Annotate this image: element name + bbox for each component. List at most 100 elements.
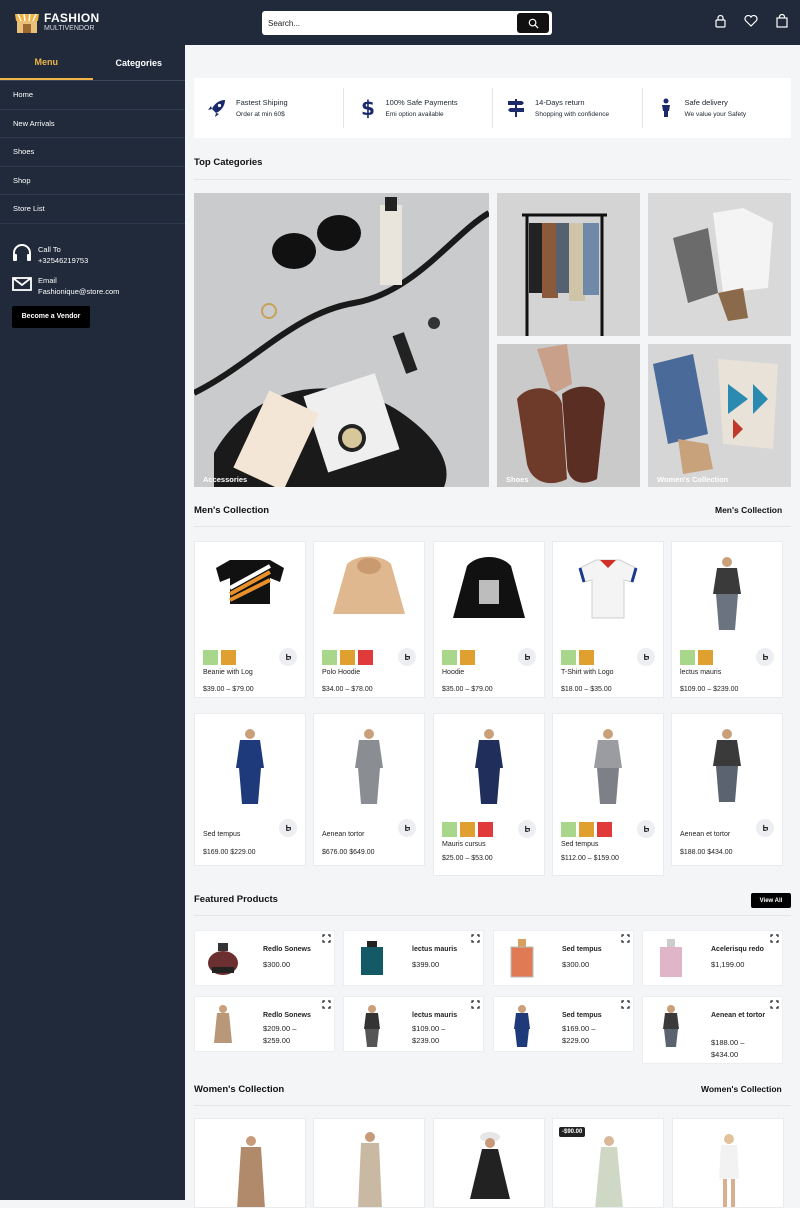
color-swatch[interactable] [680,650,695,665]
color-swatch[interactable] [478,822,493,837]
email-value[interactable]: Fashionique@store.com [38,286,119,297]
become-vendor-button[interactable]: Become a Vendor [12,305,90,328]
add-to-cart-icon[interactable] [756,819,774,837]
featured-product-card[interactable]: Acelerisqu redo $1,199.00 [642,930,783,986]
product-card[interactable]: Polo Hoodie $34.00 – $78.00 [313,541,425,698]
product-name[interactable]: lectus mauris [680,669,721,676]
product-card[interactable]: lectus mauris $109.00 – $239.00 [671,541,783,698]
brand-logo[interactable]: FASHION MULTIVENDOR [14,9,99,35]
product-card[interactable]: Mauris cursus $25.00 – $53.00 [433,713,545,876]
product-name[interactable]: Aenean tortor [322,831,364,838]
expand-icon[interactable] [471,934,480,943]
expand-icon[interactable] [322,1000,331,1009]
product-name[interactable]: Hoodie [442,669,464,676]
womens-product-card[interactable] [672,1118,784,1208]
expand-icon[interactable] [770,934,779,943]
product-card[interactable]: Hoodie $35.00 – $79.00 [433,541,545,698]
featured-product-card[interactable]: Sed tempus $300.00 [493,930,634,986]
add-to-cart-icon[interactable] [756,648,774,666]
category-tile-womens[interactable]: Women's Collection [648,344,791,487]
color-swatch[interactable] [561,650,576,665]
sidebar-item-shop[interactable]: Shop [0,167,185,195]
featured-product-name[interactable]: lectus mauris [412,1010,478,1022]
featured-product-name[interactable]: Sed tempus [562,1010,628,1022]
featured-product-name[interactable]: Redlo Sonews [263,1010,329,1022]
call-number[interactable]: +32546219753 [38,255,88,266]
tab-categories[interactable]: Categories [93,45,186,80]
product-card[interactable]: Aenean et tortor $188.00 $434.00 [671,713,783,866]
product-name[interactable]: Polo Hoodie [322,669,360,676]
womens-product-card[interactable]: -$90.00 [552,1118,664,1208]
color-swatch[interactable] [340,650,355,665]
womens-product-card[interactable] [194,1118,306,1208]
womens-collection-link[interactable]: Women's Collection [701,1084,782,1094]
color-swatch[interactable] [579,822,594,837]
featured-product-card[interactable]: Redlo Sonews $300.00 [194,930,335,986]
color-swatch[interactable] [597,822,612,837]
lock-icon[interactable] [712,13,728,29]
product-name[interactable]: T-Shirt with Logo [561,669,614,676]
featured-product-name[interactable]: Redlo Sonews [263,944,329,956]
color-swatch[interactable] [460,650,475,665]
color-swatch[interactable] [322,650,337,665]
product-card[interactable]: Sed tempus $112.00 – $159.00 [552,713,664,876]
bag-icon[interactable] [774,13,790,29]
sidebar-item-new-arrivals[interactable]: New Arrivals [0,110,185,138]
category-tile-shoes[interactable]: Shoes [497,344,640,487]
mens-collection-link[interactable]: Men's Collection [715,505,782,515]
tab-menu[interactable]: Menu [0,45,93,80]
featured-product-name[interactable]: lectus mauris [412,944,478,956]
expand-icon[interactable] [621,1000,630,1009]
expand-icon[interactable] [471,1000,480,1009]
product-name[interactable]: Sed tempus [203,831,240,838]
featured-product-card[interactable]: Redlo Sonews $209.00 – $259.00 [194,996,335,1052]
featured-product-name[interactable]: Aenean et tortor [711,1010,777,1022]
add-to-cart-icon[interactable] [518,820,536,838]
category-tile-casual[interactable] [648,193,791,336]
product-name[interactable]: Aenean et tortor [680,831,730,838]
search-button[interactable] [517,13,549,33]
add-to-cart-icon[interactable] [398,819,416,837]
product-name[interactable]: Sed tempus [561,841,598,848]
color-swatch[interactable] [698,650,713,665]
color-swatch[interactable] [442,822,457,837]
featured-product-card[interactable]: Aenean et tortor $188.00 – $434.00 [642,996,783,1064]
category-tile-clothing-rack[interactable] [497,193,640,336]
add-to-cart-icon[interactable] [637,648,655,666]
featured-product-card[interactable]: lectus mauris $399.00 [343,930,484,986]
product-name[interactable]: Mauris cursus [442,841,486,848]
sidebar-item-shoes[interactable]: Shoes [0,138,185,167]
product-card[interactable]: Sed tempus $169.00 $229.00 [194,713,306,866]
add-to-cart-icon[interactable] [518,648,536,666]
product-card[interactable]: Beanie with Log $39.00 – $79.00 [194,541,306,698]
expand-icon[interactable] [621,934,630,943]
featured-product-name[interactable]: Acelerisqu redo [711,944,777,956]
add-to-cart-icon[interactable] [279,648,297,666]
color-swatch[interactable] [442,650,457,665]
category-tile-accessories[interactable]: Accessories [194,193,489,487]
color-swatch[interactable] [358,650,373,665]
color-swatch[interactable] [203,650,218,665]
color-swatch[interactable] [561,822,576,837]
color-swatch[interactable] [460,822,475,837]
add-to-cart-icon[interactable] [637,820,655,838]
featured-product-card[interactable]: Sed tempus $169.00 – $229.00 [493,996,634,1052]
heart-icon[interactable] [743,13,759,29]
color-swatch[interactable] [579,650,594,665]
expand-icon[interactable] [322,934,331,943]
womens-product-card[interactable] [433,1118,545,1208]
womens-product-card[interactable] [313,1118,425,1208]
view-all-button[interactable]: View All [751,893,791,908]
featured-product-card[interactable]: lectus mauris $109.00 – $239.00 [343,996,484,1052]
sidebar-item-home[interactable]: Home [0,81,185,110]
product-name[interactable]: Beanie with Log [203,669,253,676]
featured-product-name[interactable]: Sed tempus [562,944,628,956]
product-card[interactable]: Aenean tortor $676.00 $649.00 [313,713,425,866]
search-input[interactable] [268,13,508,33]
expand-icon[interactable] [770,1000,779,1009]
add-to-cart-icon[interactable] [279,819,297,837]
add-to-cart-icon[interactable] [398,648,416,666]
color-swatch[interactable] [221,650,236,665]
product-card[interactable]: T-Shirt with Logo $18.00 – $35.00 [552,541,664,698]
sidebar-item-store-list[interactable]: Store List [0,195,185,224]
